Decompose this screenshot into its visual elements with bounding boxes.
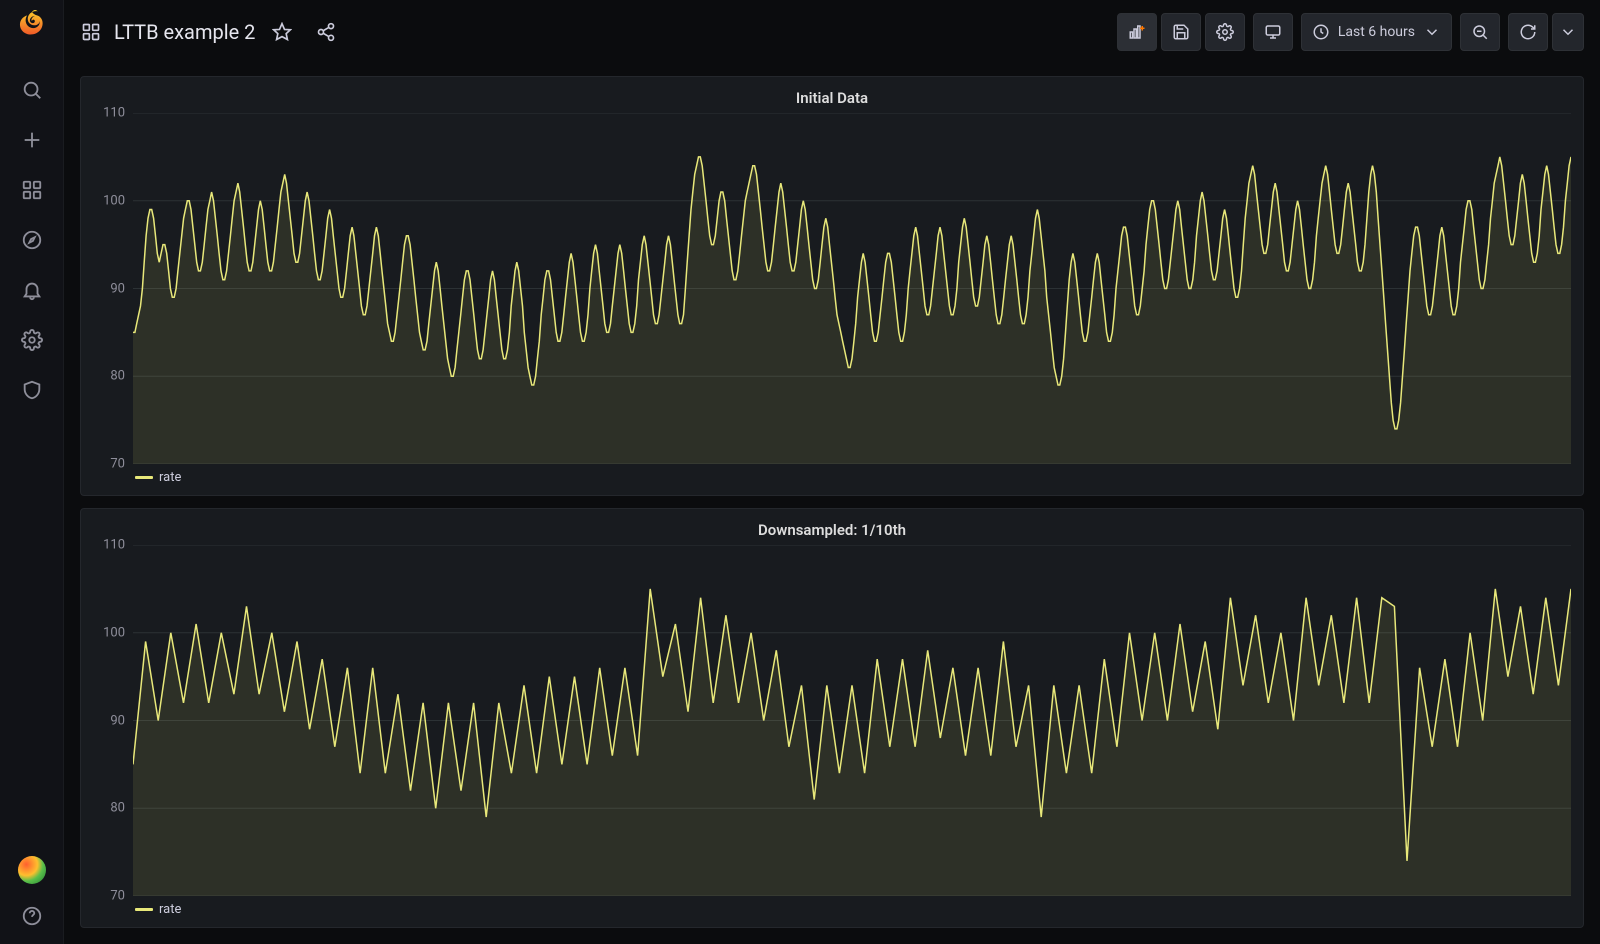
chart-wrap: 708090100110: [93, 113, 1571, 464]
share-button[interactable]: [309, 15, 343, 49]
panel-add-icon: [1128, 23, 1146, 41]
bell-icon: [21, 279, 43, 301]
gear-icon: [21, 329, 43, 351]
legend[interactable]: rate: [135, 902, 1571, 917]
plot-area[interactable]: [133, 113, 1571, 464]
help-icon: [21, 905, 43, 927]
y-tick: 80: [110, 369, 125, 384]
favorite-button[interactable]: [265, 15, 299, 49]
plot-area[interactable]: [133, 545, 1571, 896]
time-range-label: Last 6 hours: [1338, 24, 1415, 40]
shield-icon: [21, 379, 43, 401]
y-tick: 100: [103, 625, 125, 640]
sidebar-item-help[interactable]: [20, 904, 44, 928]
legend[interactable]: rate: [135, 470, 1571, 485]
y-axis: 708090100110: [93, 545, 133, 896]
sidebar-item-search[interactable]: [20, 78, 44, 102]
grafana-icon: [15, 9, 49, 43]
compass-icon: [21, 229, 43, 251]
topbar: LTTB example 2 Last 6 hours: [64, 0, 1600, 64]
refresh-interval-button[interactable]: [1552, 13, 1584, 51]
gear-icon: [1216, 23, 1234, 41]
sidebar-item-configuration[interactable]: [20, 328, 44, 352]
zoom-out-icon: [1471, 23, 1489, 41]
settings-button[interactable]: [1205, 13, 1245, 51]
chevron-down-icon: [1423, 23, 1441, 41]
legend-label: rate: [159, 902, 181, 917]
breadcrumb: LTTB example 2: [80, 20, 255, 44]
legend-swatch: [135, 476, 153, 479]
time-range-picker[interactable]: Last 6 hours: [1301, 13, 1452, 51]
star-icon: [272, 22, 292, 42]
y-tick: 70: [110, 457, 125, 472]
main: Initial Data 70 80 90 100 110 rate Downsampl…: [64, 64, 1600, 944]
y-tick: 90: [110, 281, 125, 296]
y-tick: 100: [103, 193, 125, 208]
y-tick: 90: [110, 713, 125, 728]
user-avatar[interactable]: [18, 856, 46, 884]
refresh-icon: [1519, 23, 1537, 41]
panel-title: Initial Data: [93, 85, 1571, 113]
y-tick: 70: [110, 889, 125, 904]
y-axis: 708090100110: [93, 113, 133, 464]
legend-label: rate: [159, 470, 181, 485]
legend-swatch: [135, 908, 153, 911]
sidebar-item-explore[interactable]: [20, 228, 44, 252]
sidebar-item-admin[interactable]: [20, 378, 44, 402]
topbar-right: Last 6 hours: [1117, 13, 1584, 51]
dashboard-grid-icon[interactable]: [80, 21, 102, 43]
tv-mode-button[interactable]: [1253, 13, 1293, 51]
chart-wrap: 708090100110: [93, 545, 1571, 896]
monitor-icon: [1264, 23, 1282, 41]
sidebar-nav: [20, 78, 44, 402]
y-tick: 80: [110, 801, 125, 816]
chevron-down-icon: [1559, 23, 1577, 41]
sidebar-item-dashboards[interactable]: [20, 178, 44, 202]
search-icon: [21, 79, 43, 101]
y-tick: 110: [103, 106, 125, 121]
panel-title: Downsampled: 1/10th: [93, 517, 1571, 545]
clock-icon: [1312, 23, 1330, 41]
panel-downsampled[interactable]: Downsampled: 1/10th 70 80 90 100 110 rate: [80, 508, 1584, 928]
save-button[interactable]: [1161, 13, 1201, 51]
add-panel-button[interactable]: [1117, 13, 1157, 51]
sidebar-bottom: [18, 856, 46, 928]
share-icon: [316, 22, 336, 42]
apps-icon: [21, 179, 43, 201]
save-icon: [1172, 23, 1190, 41]
sidebar-item-create[interactable]: [20, 128, 44, 152]
plus-icon: [21, 129, 43, 151]
sidebar-item-alerting[interactable]: [20, 278, 44, 302]
page-title[interactable]: LTTB example 2: [114, 20, 255, 44]
y-tick: 110: [103, 538, 125, 553]
sidebar: [0, 0, 64, 944]
panel-initial-data[interactable]: Initial Data 70 80 90 100 110 rate: [80, 76, 1584, 496]
zoom-out-button[interactable]: [1460, 13, 1500, 51]
refresh-button[interactable]: [1508, 13, 1548, 51]
grafana-logo[interactable]: [14, 8, 50, 44]
